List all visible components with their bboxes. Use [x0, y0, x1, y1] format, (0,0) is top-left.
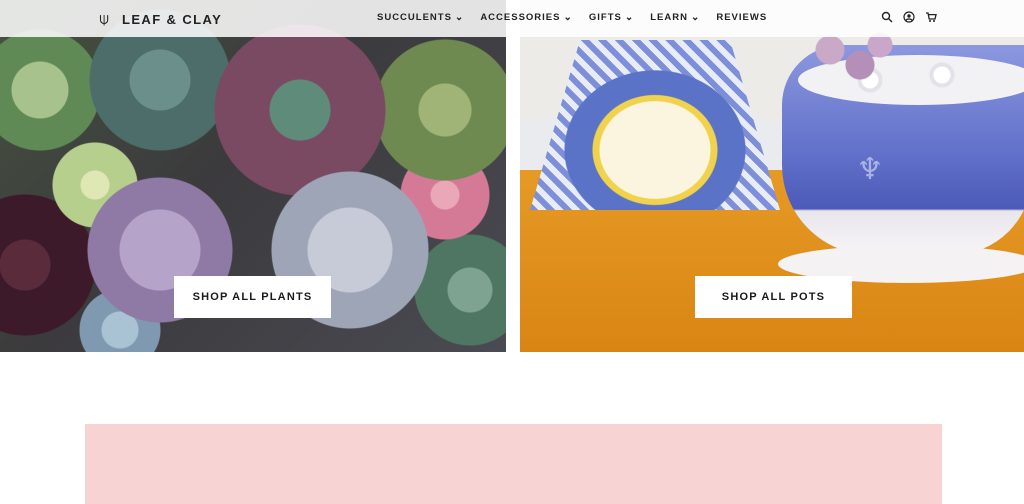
- hero-section: ♆ SHOP ALL PLANTS SHOP ALL POTS: [0, 0, 1024, 352]
- chevron-down-icon: ⌄: [454, 11, 465, 23]
- logo[interactable]: ⍦ LEAF & CLAY: [96, 9, 222, 29]
- main-nav: SUCCULENTS ⌄ ACCESSORIES ⌄ GIFTS ⌄ LEARN…: [377, 12, 767, 23]
- nav-label: LEARN: [650, 12, 688, 23]
- nav-label: GIFTS: [588, 12, 622, 23]
- chevron-down-icon: ⌄: [624, 11, 635, 23]
- account-icon[interactable]: [902, 10, 916, 24]
- cart-icon[interactable]: [924, 10, 938, 24]
- succulent-buds: [810, 30, 900, 90]
- nav-label: SUCCULENTS: [377, 12, 452, 23]
- nav-label: REVIEWS: [716, 12, 768, 23]
- shop-all-pots-button[interactable]: SHOP ALL POTS: [695, 276, 852, 318]
- site-header: ⍦ LEAF & CLAY SUCCULENTS ⌄ ACCESSORIES ⌄…: [0, 0, 1024, 37]
- nav-item-learn[interactable]: LEARN ⌄: [650, 12, 700, 23]
- nav-item-accessories[interactable]: ACCESSORIES ⌄: [480, 12, 573, 23]
- chevron-down-icon: ⌄: [690, 11, 701, 23]
- nav-item-succulents[interactable]: SUCCULENTS ⌄: [377, 12, 464, 23]
- pot-emblem-icon: ♆: [856, 152, 884, 187]
- header-icons: [880, 10, 938, 24]
- nav-item-gifts[interactable]: GIFTS ⌄: [589, 12, 634, 23]
- search-icon[interactable]: [880, 10, 894, 24]
- nav-item-reviews[interactable]: REVIEWS: [716, 12, 767, 23]
- shop-all-plants-button[interactable]: SHOP ALL PLANTS: [174, 276, 331, 318]
- patterned-box: [530, 40, 780, 210]
- chevron-down-icon: ⌄: [563, 11, 573, 23]
- promo-banner: [85, 424, 942, 504]
- leaf-icon: ⍦: [99, 9, 109, 28]
- nav-label: ACCESSORIES: [480, 12, 561, 23]
- brand-name: LEAF & CLAY: [122, 11, 223, 27]
